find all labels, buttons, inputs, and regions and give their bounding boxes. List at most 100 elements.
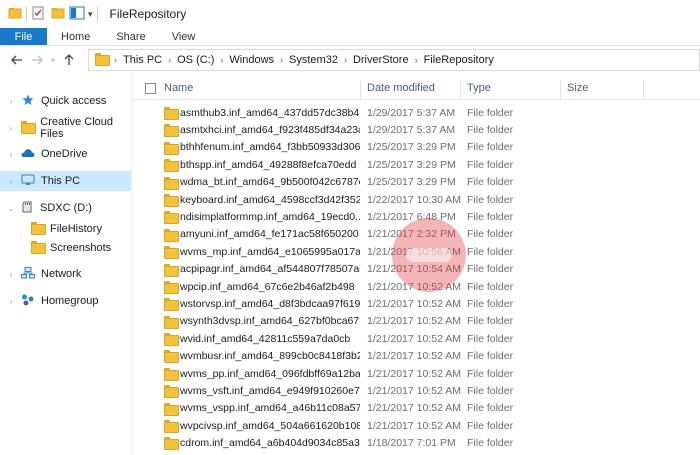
folder-icon [164, 385, 179, 399]
file-row[interactable]: wvms_vspp.inf_amd64_a46b11c08a57... 1/21/… [133, 400, 700, 417]
file-name: acpipagr.inf_amd64_af544807f78507ae [180, 263, 360, 276]
column-divider[interactable] [643, 80, 644, 100]
file-name: wvms_vspp.inf_amd64_a46b11c08a57... [180, 402, 360, 415]
file-row[interactable]: wstorvsp.inf_amd64_d8f3bdcaa97f6193 1/21/… [133, 295, 700, 312]
nav-item-quick-access[interactable]: › Quick access [0, 91, 132, 111]
file-type: File folder [467, 315, 514, 328]
chevron-right-icon[interactable]: › [344, 55, 347, 65]
folder-icon [164, 263, 179, 278]
column-header-type[interactable]: Type [467, 82, 491, 94]
address-bar[interactable]: › This PC › OS (C:) › Windows › System32… [88, 49, 700, 71]
chevron-right-icon[interactable]: › [6, 150, 16, 159]
view-pane-icon[interactable] [69, 6, 85, 23]
file-name: wvpcivsp.inf_amd64_504a661620b108c9 [180, 419, 360, 432]
file-row[interactable]: wvid.inf_amd64_42811c559a7da0cb 1/21/2017… [133, 330, 700, 347]
navigation-pane: › Quick access › Creative Cloud Files › … [0, 74, 132, 455]
file-row[interactable]: bthspp.inf_amd64_49288f8efca70edd 1/25/20… [133, 156, 700, 173]
tab-home[interactable]: Home [47, 28, 103, 45]
file-name: wvms_mp.inf_amd64_e1065995a017ab... [180, 245, 360, 258]
new-folder-icon[interactable] [51, 6, 65, 23]
file-type: File folder [467, 437, 514, 450]
folder-icon [164, 211, 179, 225]
recent-locations-chevron-icon[interactable]: ▾ [47, 50, 59, 70]
chevron-right-icon[interactable]: › [415, 55, 418, 65]
nav-item-network[interactable]: › Network [0, 264, 132, 284]
folder-icon [164, 402, 179, 417]
chevron-down-icon[interactable]: ⌄ [6, 204, 16, 213]
tab-view[interactable]: View [159, 28, 209, 45]
file-date: 1/21/2017 10:52 AM [367, 350, 461, 363]
forward-arrow-icon[interactable] [27, 50, 47, 70]
column-divider[interactable] [360, 80, 361, 100]
folder-icon [164, 333, 179, 347]
properties-icon[interactable] [31, 6, 45, 23]
file-name: wpcip.inf_amd64_67c6e2b46af2b498 [180, 280, 355, 293]
file-row[interactable]: keyboard.inf_amd64_4598ccf3d42f3525 1/22/… [133, 191, 700, 208]
breadcrumb-driverstore[interactable]: DriverStore [353, 54, 409, 66]
column-header-date[interactable]: Date modified [367, 82, 435, 94]
column-header-name[interactable]: Name [164, 82, 193, 94]
folder-icon [164, 193, 179, 208]
tab-file[interactable]: File [0, 28, 47, 45]
file-row[interactable]: cdrom.inf_amd64_a6b404d9034c85a3 1/18/201… [133, 434, 700, 451]
file-row[interactable]: wsynth3dvsp.inf_amd64_627bf0bca67... 1/21… [133, 313, 700, 330]
nav-item-homegroup[interactable]: › Homegroup [0, 291, 132, 311]
nav-item-screenshots[interactable]: Screenshots [0, 238, 132, 258]
chevron-right-icon[interactable]: › [6, 297, 16, 306]
file-row[interactable]: wvpcivsp.inf_amd64_504a661620b108c9 1/21/… [133, 417, 700, 434]
file-type: File folder [467, 297, 514, 310]
file-type: File folder [467, 211, 514, 224]
file-row[interactable]: wvms_vsft.inf_amd64_e949f910260e71... 1/2… [133, 382, 700, 399]
breadcrumb-os-c[interactable]: OS (C:) [177, 54, 214, 66]
file-row[interactable]: wvmbusr.inf_amd64_899cb0c8418f3b28 1/21/2… [133, 347, 700, 364]
folder-icon [164, 246, 179, 260]
chevron-right-icon[interactable]: › [6, 177, 16, 186]
file-date: 1/25/2017 3:29 PM [367, 176, 456, 189]
column-divider[interactable] [560, 80, 561, 100]
chevron-right-icon[interactable]: › [168, 55, 171, 65]
nav-item-sdxc[interactable]: ⌄ SDXC (D:) [0, 198, 132, 218]
breadcrumb-windows[interactable]: Windows [229, 54, 274, 66]
column-headers: Name Date modified Type Size [133, 78, 700, 100]
file-row[interactable]: asmthub3.inf_amd64_437dd57dc38b4... 1/29/… [133, 104, 700, 121]
chevron-right-icon[interactable]: › [280, 55, 283, 65]
nav-item-filehistory[interactable]: FileHistory [0, 219, 132, 239]
nav-item-this-pc[interactable]: › This PC [0, 171, 131, 191]
file-type: File folder [467, 124, 514, 137]
nav-label: Homegroup [41, 295, 99, 307]
file-name: asmtxhci.inf_amd64_f923f485df34a23a [180, 124, 360, 137]
customize-dropdown-icon[interactable]: ▾ [88, 9, 93, 20]
chevron-right-icon[interactable]: › [6, 124, 15, 133]
back-arrow-icon[interactable] [7, 50, 27, 70]
breadcrumb-this-pc[interactable]: This PC [123, 54, 162, 66]
file-row[interactable]: wvms_pp.inf_amd64_096fdbff69a12baa 1/21/2… [133, 365, 700, 382]
file-name: wvms_vsft.inf_amd64_e949f910260e71... [180, 384, 360, 397]
column-divider[interactable] [460, 80, 461, 100]
breadcrumb-filerepository[interactable]: FileRepository [424, 54, 494, 66]
file-type: File folder [467, 419, 514, 432]
file-row[interactable]: asmtxhci.inf_amd64_f923f485df34a23a 1/29/… [133, 121, 700, 138]
tab-share[interactable]: Share [103, 28, 158, 45]
select-all-checkbox[interactable] [145, 83, 156, 94]
folder-icon [164, 107, 179, 121]
homegroup-icon [21, 294, 35, 309]
file-type: File folder [467, 176, 514, 189]
chevron-right-icon[interactable]: › [114, 55, 117, 65]
file-row[interactable]: wdma_bt.inf_amd64_9b500f042c6787e9 1/25/2… [133, 174, 700, 191]
folder-icon [164, 124, 179, 138]
computer-icon [21, 174, 35, 189]
up-arrow-icon[interactable] [59, 50, 79, 70]
file-date: 1/21/2017 10:52 AM [367, 384, 461, 397]
file-date: 1/25/2017 3:29 PM [367, 141, 456, 154]
file-row[interactable]: bthhfenum.inf_amd64_f3bb50933d306... 1/25… [133, 139, 700, 156]
folder-icon [164, 437, 179, 451]
chevron-right-icon[interactable]: › [6, 270, 16, 279]
nav-item-onedrive[interactable]: › OneDrive [0, 144, 132, 164]
chevron-right-icon[interactable]: › [6, 97, 16, 106]
file-type: File folder [467, 228, 514, 241]
column-header-size[interactable]: Size [567, 82, 588, 94]
chevron-right-icon[interactable]: › [220, 55, 223, 65]
breadcrumb-system32[interactable]: System32 [289, 54, 338, 66]
folder-icon [164, 367, 179, 382]
nav-item-creative-cloud[interactable]: › Creative Cloud Files [0, 116, 132, 140]
